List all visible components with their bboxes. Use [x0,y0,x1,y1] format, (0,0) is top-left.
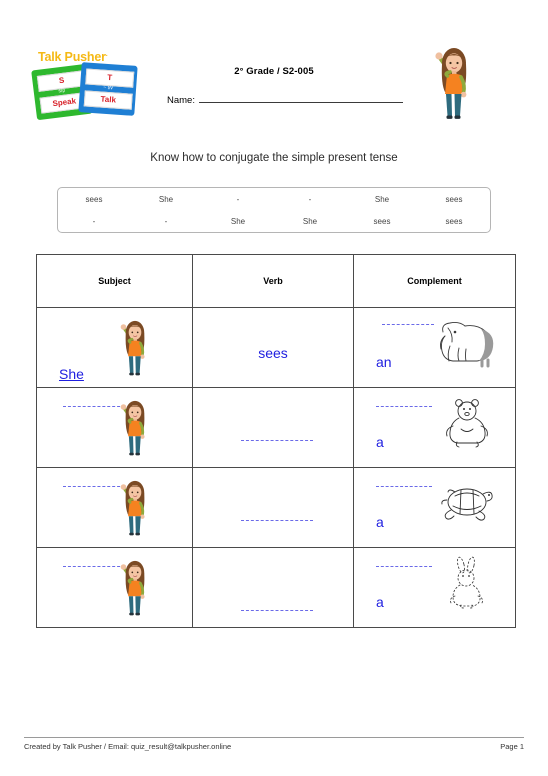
verb-cell[interactable]: sees [192,307,354,388]
subject-cell[interactable] [36,547,193,628]
complement-article: a [376,594,384,610]
bear-icon [433,396,501,450]
complement-blank-line[interactable] [376,566,432,567]
verb-cell[interactable] [192,467,354,548]
page-header: Talk Pusher. S s/p Speak T ~ t/v Talk 2°… [0,0,548,135]
girl-waving-icon [115,396,155,463]
complement-cell[interactable]: a [353,547,516,628]
page-number: Page 1 [500,742,524,751]
name-field-row: Name: [167,92,403,106]
verb-cell[interactable] [192,547,354,628]
word-bank: sees She - - She sees - - She She sees s… [57,187,491,233]
table-header-row: Subject Verb Complement [36,254,516,308]
column-header-verb: Verb [192,254,354,308]
brand-name: Talk Pusher. [38,50,108,64]
verb-blank-line[interactable] [241,440,313,441]
elephant-icon [433,316,501,370]
subject-cell[interactable] [36,387,193,468]
word-bank-row: - - She She sees sees [58,210,490,232]
table-row: a [36,387,516,468]
column-header-subject: Subject [36,254,193,308]
word-bank-cell: - [308,194,312,204]
subject-cell[interactable]: She [36,307,193,388]
word-bank-cell: She [158,194,174,204]
brand-logo: Talk Pusher. S s/p Speak T ~ t/v Talk [30,50,145,122]
complement-article: an [376,354,392,370]
complement-cell[interactable]: a [353,467,516,548]
conjugation-table: Subject Verb Complement She sees an a a … [36,254,516,628]
name-label: Name: [167,95,195,106]
word-bank-cell: sees [445,194,463,204]
word-bank-row: sees She - - She sees [58,188,490,210]
complement-blank-line[interactable] [376,486,432,487]
girl-waving-icon [428,42,480,127]
table-row: a [36,547,516,628]
rabbit-icon [433,556,501,610]
subject-cell[interactable] [36,467,193,548]
subject-answer: She [59,366,84,382]
word-bank-cell: She [230,216,246,226]
turtle-icon [433,476,501,530]
word-bank-cell: - [92,216,96,226]
word-bank-cell: - [236,194,240,204]
table-row: a [36,467,516,548]
word-bank-cell: She [374,194,390,204]
footer-credit: Created by Talk Pusher / Email: quiz_res… [24,742,232,751]
trademark-mark: . [105,50,108,58]
complement-cell[interactable]: a [353,387,516,468]
word-bank-table: sees She - - She sees - - She She sees s… [58,188,490,232]
column-header-complement: Complement [353,254,516,308]
word-bank-cell: sees [373,216,391,226]
verb-cell[interactable] [192,387,354,468]
girl-waving-icon [115,556,155,623]
verb-blank-line[interactable] [241,610,313,611]
word-bank-cell: She [302,216,318,226]
word-bank-cell: sees [85,194,103,204]
complement-blank-line[interactable] [382,324,434,325]
girl-waving-icon [115,316,155,383]
complement-article: a [376,434,384,450]
logo-card-talk-label: Talk [83,90,133,110]
complement-blank-line[interactable] [376,406,432,407]
word-bank-cell: - [164,216,168,226]
complement-cell[interactable]: an [353,307,516,388]
footer-divider [24,737,524,738]
girl-waving-icon [115,476,155,543]
worksheet-title: Know how to conjugate the simple present… [150,152,398,164]
name-input-line[interactable] [198,92,403,103]
verb-answer: sees [258,345,288,361]
table-row: She sees an [36,307,516,388]
word-bank-cell: sees [445,216,463,226]
verb-blank-line[interactable] [241,520,313,521]
complement-article: a [376,514,384,530]
